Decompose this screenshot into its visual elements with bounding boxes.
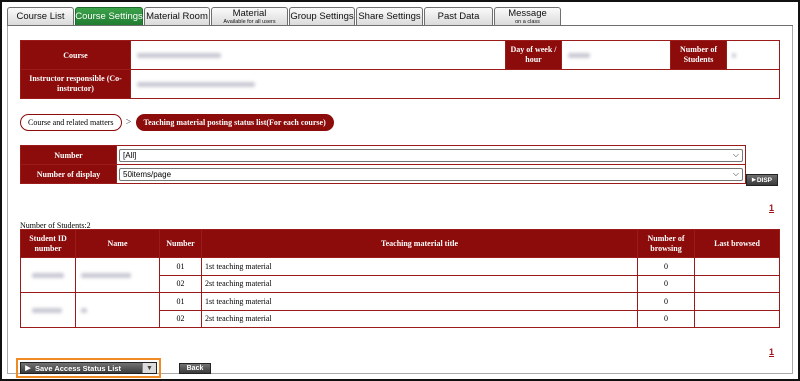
save-highlight: ▶ Save Access Status List ▼: [16, 358, 161, 378]
title-cell: 2st teaching material: [201, 274, 638, 293]
chevron-down-icon[interactable]: ▼: [142, 363, 156, 373]
number-cell: 01: [159, 257, 202, 276]
header-title: Teaching material title: [201, 229, 638, 258]
tab-label: Group Settings: [290, 11, 354, 23]
chevron-right-icon: >: [125, 117, 132, 128]
title-cell: 1st teaching material: [201, 257, 638, 276]
display-count-select[interactable]: 50items/page ⌵: [119, 167, 743, 181]
status-table: Student ID number Name Number Teaching m…: [20, 229, 780, 328]
header-browsing: Number of browsing: [637, 229, 695, 258]
tab-label: Course List: [16, 11, 65, 23]
browsing-cell: 0: [637, 274, 695, 293]
tab-group-settings[interactable]: Group Settings: [289, 7, 355, 26]
student-name-cell: [75, 292, 160, 328]
browsing-cell: 0: [637, 309, 695, 328]
number-select[interactable]: [All] ⌵: [119, 148, 743, 162]
tab-label: Message: [508, 8, 547, 19]
tab-course-settings[interactable]: Course Settings: [75, 7, 143, 26]
tab-label: Course Settings: [75, 11, 143, 23]
students-label: Number of Students: [670, 40, 727, 70]
tab-material-room[interactable]: Material Room: [144, 7, 210, 26]
tab-label: Past Data: [437, 11, 480, 23]
last-browsed-cell: [694, 292, 780, 311]
number-filter-label: Number: [20, 145, 117, 165]
number-cell: 02: [159, 274, 202, 293]
day-hour-value: [561, 40, 671, 70]
number-filter-cell: [All] ⌵: [116, 145, 746, 165]
number-cell: 01: [159, 292, 202, 311]
play-icon: ▶: [25, 365, 31, 372]
browsing-cell: 0: [637, 257, 695, 276]
header-student-id: Student ID number: [20, 229, 76, 258]
chevron-down-icon: ⌵: [732, 169, 739, 178]
last-browsed-cell: [694, 257, 780, 276]
tab-label: Share Settings: [358, 11, 421, 23]
back-button[interactable]: Back: [179, 363, 211, 374]
browsing-cell: 0: [637, 292, 695, 311]
disp-button-label: DISP: [756, 176, 773, 184]
last-browsed-cell: [694, 309, 780, 328]
save-access-status-button[interactable]: ▶ Save Access Status List ▼: [20, 362, 157, 374]
header-name: Name: [75, 229, 160, 258]
breadcrumb-current: Teaching material posting status list(Fo…: [135, 114, 334, 131]
last-browsed-cell: [694, 274, 780, 293]
display-count-value: 50items/page: [123, 169, 172, 179]
display-filter-cell: 50items/page ⌵: [116, 164, 746, 184]
table-row: 01 1st teaching material 0: [20, 292, 780, 328]
student-id-cell: [20, 292, 76, 328]
day-hour-label: Day of week / hour: [505, 40, 562, 70]
tab-message[interactable]: Message on a class: [494, 7, 561, 26]
disp-button[interactable]: ▶ DISP: [746, 174, 778, 186]
pager-top-page-1[interactable]: 1: [769, 203, 774, 213]
student-id-cell: [20, 257, 76, 293]
play-icon: ▶: [751, 177, 756, 183]
number-cell: 02: [159, 309, 202, 328]
pager-bottom-page-1[interactable]: 1: [769, 347, 774, 357]
student-name-cell: [75, 257, 160, 293]
tab-course-list[interactable]: Course List: [7, 7, 74, 26]
tab-label: Material: [232, 8, 267, 19]
breadcrumb: Course and related matters > Teaching ma…: [20, 114, 334, 131]
breadcrumb-course-related[interactable]: Course and related matters: [20, 114, 122, 131]
title-cell: 2st teaching material: [201, 309, 638, 328]
tab-past-data[interactable]: Past Data: [424, 7, 493, 26]
instructor-label: Instructor responsible (Co-instructor): [20, 69, 131, 99]
tab-bar: Course List Course Settings Material Roo…: [7, 7, 562, 26]
title-cell: 1st teaching material: [201, 292, 638, 311]
header-last-browsed: Last browsed: [694, 229, 780, 258]
tab-label: Material Room: [146, 11, 208, 23]
tab-material-shared[interactable]: Material Available for all users: [211, 7, 288, 26]
table-row: 01 1st teaching material 0: [20, 257, 780, 293]
filter-table: Number [All] ⌵ Number of display 50items…: [20, 145, 746, 184]
number-select-value: [All]: [123, 150, 137, 160]
course-value: [130, 40, 506, 70]
save-button-label: Save Access Status List: [35, 363, 122, 373]
chevron-down-icon: ⌵: [732, 150, 739, 159]
students-value: [726, 40, 780, 70]
course-info-table: Course Day of week / hour Number of Stud…: [20, 40, 780, 99]
header-number: Number: [159, 229, 202, 258]
course-label: Course: [20, 40, 131, 70]
tab-share-settings[interactable]: Share Settings: [356, 7, 423, 26]
instructor-value: [130, 69, 780, 99]
display-filter-label: Number of display: [20, 164, 117, 184]
